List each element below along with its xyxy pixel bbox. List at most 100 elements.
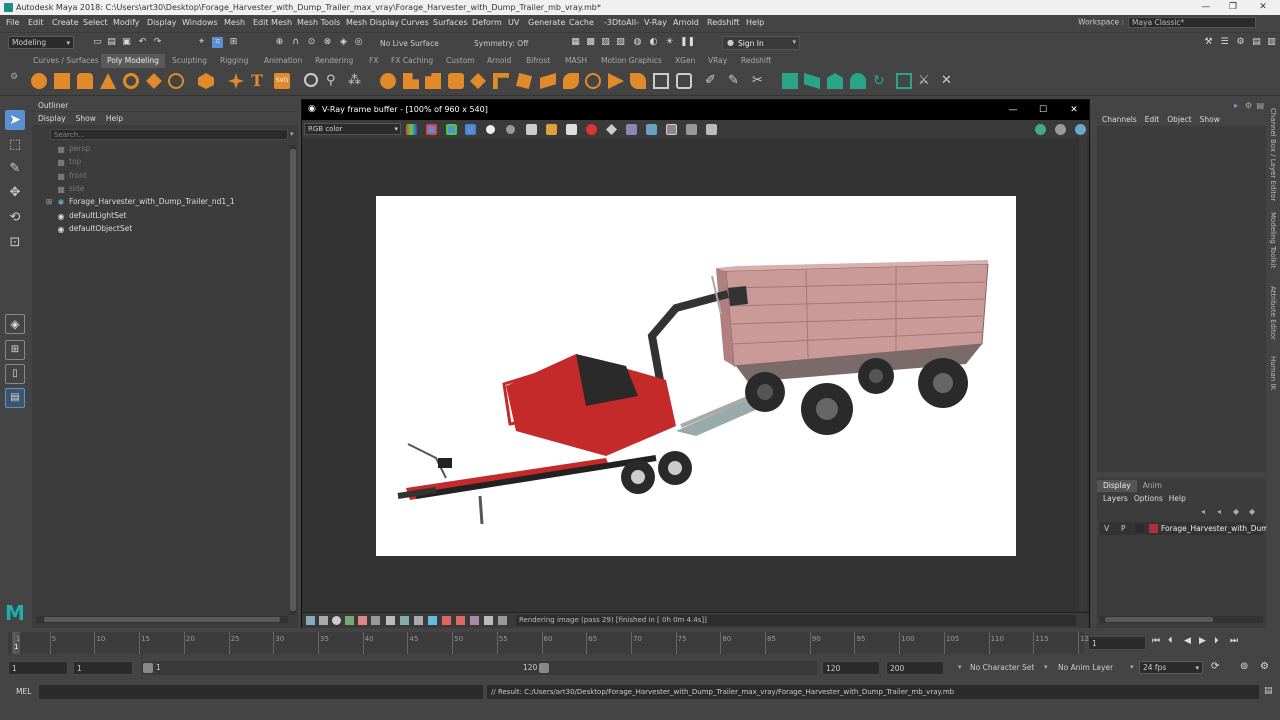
- outliner-menu-help[interactable]: Help: [100, 112, 127, 125]
- side-tab-modeling-toolkit[interactable]: Modeling Toolkit: [1269, 212, 1277, 268]
- teapot-icon[interactable]: [1055, 124, 1066, 135]
- outliner-layout-icon[interactable]: ▤: [5, 388, 25, 408]
- four-view-icon[interactable]: ⊞: [5, 340, 25, 360]
- script-editor-icon[interactable]: ▤: [1264, 686, 1273, 696]
- poly-cone-icon[interactable]: [100, 73, 116, 89]
- move-tool-icon[interactable]: ✥: [5, 183, 25, 203]
- layer-menu-help[interactable]: Help: [1163, 493, 1186, 505]
- current-frame-field[interactable]: 1: [1088, 636, 1146, 650]
- open-scene-icon[interactable]: ▤: [106, 37, 117, 48]
- render-last-icon[interactable]: [1075, 124, 1086, 135]
- menu-arnold[interactable]: Arnold: [673, 15, 699, 30]
- live-surface-label[interactable]: No Live Surface: [380, 39, 439, 48]
- shelf-tab-bifrost[interactable]: Bifrost: [520, 54, 556, 68]
- snap-live-icon[interactable]: ◎: [353, 37, 364, 48]
- select-object-icon[interactable]: ⌗: [212, 37, 223, 48]
- shelf-tab-rendering[interactable]: Rendering: [309, 54, 359, 68]
- track-mouse-icon[interactable]: [626, 124, 637, 135]
- poly-disc-icon[interactable]: [168, 73, 184, 89]
- lens-effects-icon[interactable]: [666, 124, 677, 135]
- vray-maximize-button[interactable]: ☐: [1036, 103, 1050, 117]
- modeling-toolkit-icon[interactable]: ⚒: [1203, 37, 1214, 48]
- lens-panel-icon[interactable]: [386, 616, 395, 625]
- play-backward-icon[interactable]: ◀: [1184, 636, 1191, 646]
- vray-minimize-button[interactable]: —: [1006, 103, 1020, 117]
- cleanup-icon[interactable]: ✕: [941, 73, 957, 89]
- menu-uv[interactable]: UV: [508, 15, 519, 30]
- uv-editor-icon[interactable]: [676, 73, 692, 89]
- svg-icon[interactable]: SVG: [274, 73, 290, 89]
- shelf-tab-redshift[interactable]: Redshift: [735, 54, 777, 68]
- rotate-tool-icon[interactable]: ⟲: [5, 208, 25, 228]
- side-tab-attribute-editor[interactable]: Attribute Editor: [1269, 286, 1277, 340]
- render-history-icon[interactable]: [646, 124, 657, 135]
- menu-cache[interactable]: Cache: [569, 15, 594, 30]
- hsl-icon[interactable]: [456, 616, 465, 625]
- save-image-icon[interactable]: [526, 124, 537, 135]
- layer-color-swatch[interactable]: [1149, 524, 1158, 533]
- attribute-editor-icon[interactable]: ☰: [1219, 37, 1230, 48]
- command-input[interactable]: [39, 685, 483, 699]
- outliner-scrollbar[interactable]: [290, 145, 296, 615]
- srgb-icon[interactable]: [498, 616, 507, 625]
- select-component-icon[interactable]: ⊞: [228, 37, 239, 48]
- layers-panel-icon[interactable]: [345, 616, 354, 625]
- step-forward-key-icon[interactable]: ⏵: [1214, 636, 1219, 646]
- range-start-handle[interactable]: [143, 663, 153, 673]
- ipr-icon[interactable]: [1035, 124, 1046, 135]
- workspace-dropdown[interactable]: Maya Classic*: [1128, 17, 1256, 28]
- menu-windows[interactable]: Windows: [182, 15, 218, 30]
- shelf-tab-mash[interactable]: MASH: [559, 54, 593, 68]
- levels-icon[interactable]: [442, 616, 451, 625]
- shelf-tab-animation[interactable]: Animation: [258, 54, 308, 68]
- menu-edit-mesh[interactable]: Edit Mesh: [253, 15, 292, 30]
- soft-select-icon[interactable]: ✂: [752, 73, 768, 89]
- channel-menu-edit[interactable]: Edit: [1140, 112, 1163, 127]
- undo-icon[interactable]: ↶: [137, 37, 148, 48]
- mode-dropdown[interactable]: Modeling: [8, 36, 74, 49]
- menu-file[interactable]: File: [6, 15, 19, 30]
- menu-help[interactable]: Help: [746, 15, 764, 30]
- symmetry-tool-icon[interactable]: ⚔: [918, 73, 934, 89]
- shelf-tab-vray[interactable]: VRay: [702, 54, 733, 68]
- center-pivot-icon[interactable]: [804, 73, 820, 89]
- menu-display[interactable]: Display: [147, 15, 177, 30]
- menu-deform[interactable]: Deform: [472, 15, 502, 30]
- channel-box-icon[interactable]: ▤: [1251, 37, 1262, 48]
- select-hierarchy-icon[interactable]: ⌖: [196, 37, 207, 48]
- shelf-tab-sculpting[interactable]: Sculpting: [166, 54, 213, 68]
- lasso-tool-icon[interactable]: ⬚: [5, 135, 25, 155]
- sculpt-icon[interactable]: ✐: [705, 73, 721, 89]
- outliner-menu-display[interactable]: Display: [32, 112, 70, 125]
- layer-row[interactable]: V P Forage_Harvester_with_Dump_: [1099, 522, 1277, 535]
- outliner-menu-show[interactable]: Show: [70, 112, 100, 125]
- poly-sphere-icon[interactable]: [31, 73, 47, 89]
- append-icon[interactable]: [470, 73, 486, 89]
- lut-icon[interactable]: [470, 616, 479, 625]
- alpha-channel-icon[interactable]: [486, 125, 495, 134]
- layer-menu-options[interactable]: Options: [1128, 493, 1163, 505]
- vray-channel-dropdown[interactable]: RGB color: [304, 123, 401, 135]
- snap-point-icon[interactable]: ⊙: [306, 37, 317, 48]
- shelf-tab-rigging[interactable]: Rigging: [214, 54, 254, 68]
- menu-3dtoall[interactable]: -3DtoAll-: [604, 15, 639, 30]
- scale-tool-icon[interactable]: ⊡: [5, 233, 25, 253]
- history-icon[interactable]: ↻: [873, 73, 889, 89]
- red-channel-icon[interactable]: [426, 124, 437, 135]
- tab-anim[interactable]: Anim: [1137, 480, 1168, 492]
- boolean-icon[interactable]: [380, 73, 396, 89]
- start-frame-field[interactable]: 1: [8, 661, 68, 675]
- tab-display[interactable]: Display: [1097, 480, 1137, 492]
- fill-hole-icon[interactable]: [493, 73, 509, 89]
- menu-surfaces[interactable]: Surfaces: [433, 15, 468, 30]
- pause-render-icon[interactable]: ❚❚: [680, 37, 695, 48]
- layer-menu-layers[interactable]: Layers: [1097, 493, 1128, 505]
- poly-torus-icon[interactable]: [123, 73, 139, 89]
- snap-curve-icon[interactable]: ∩: [290, 37, 301, 48]
- load-image-icon[interactable]: [546, 124, 557, 135]
- mirror-icon[interactable]: [653, 73, 669, 89]
- green-channel-icon[interactable]: [446, 124, 457, 135]
- anim-layer-dropdown[interactable]: No Anim Layer: [1058, 662, 1128, 674]
- new-layer-selected-icon[interactable]: ◆: [1249, 507, 1255, 516]
- channel-menu-channels[interactable]: Channels: [1097, 112, 1140, 127]
